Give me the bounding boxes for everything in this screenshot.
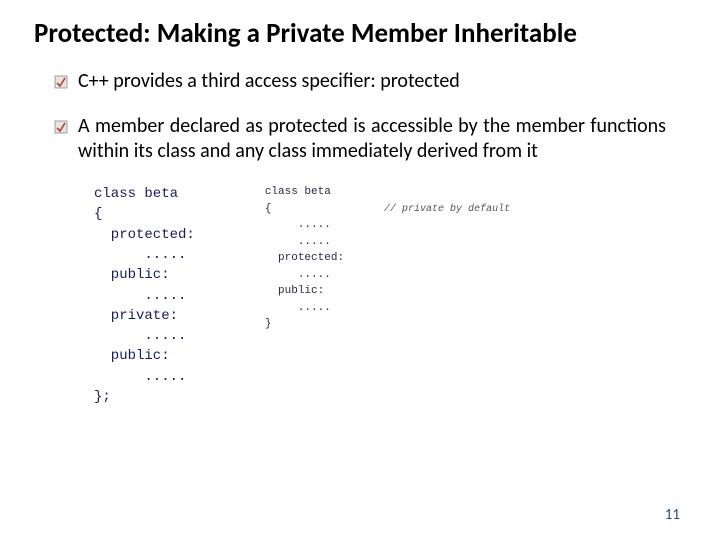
code-block-right-wrap: class beta { ..... ..... protected: ....… bbox=[265, 184, 510, 333]
page-title: Protected: Making a Private Member Inher… bbox=[34, 18, 686, 49]
list-item: C++ provides a third access specifier: p… bbox=[54, 69, 666, 94]
slide: Protected: Making a Private Member Inher… bbox=[0, 0, 720, 540]
code-block-right: class beta { ..... ..... protected: ....… bbox=[265, 184, 344, 333]
bullet-text: C++ provides a third access specifier: p… bbox=[78, 69, 460, 94]
code-comment: // private by default bbox=[384, 204, 510, 215]
bullet-icon bbox=[54, 75, 68, 89]
list-item: A member declared as protected is access… bbox=[54, 114, 666, 164]
code-block-left: class beta { protected: ..... public: ..… bbox=[94, 184, 195, 407]
bullet-text: A member declared as protected is access… bbox=[78, 114, 666, 164]
bullet-icon bbox=[54, 120, 68, 134]
page-number: 11 bbox=[665, 506, 680, 524]
bullet-list: C++ provides a third access specifier: p… bbox=[54, 69, 666, 164]
code-examples: class beta { protected: ..... public: ..… bbox=[94, 184, 656, 407]
